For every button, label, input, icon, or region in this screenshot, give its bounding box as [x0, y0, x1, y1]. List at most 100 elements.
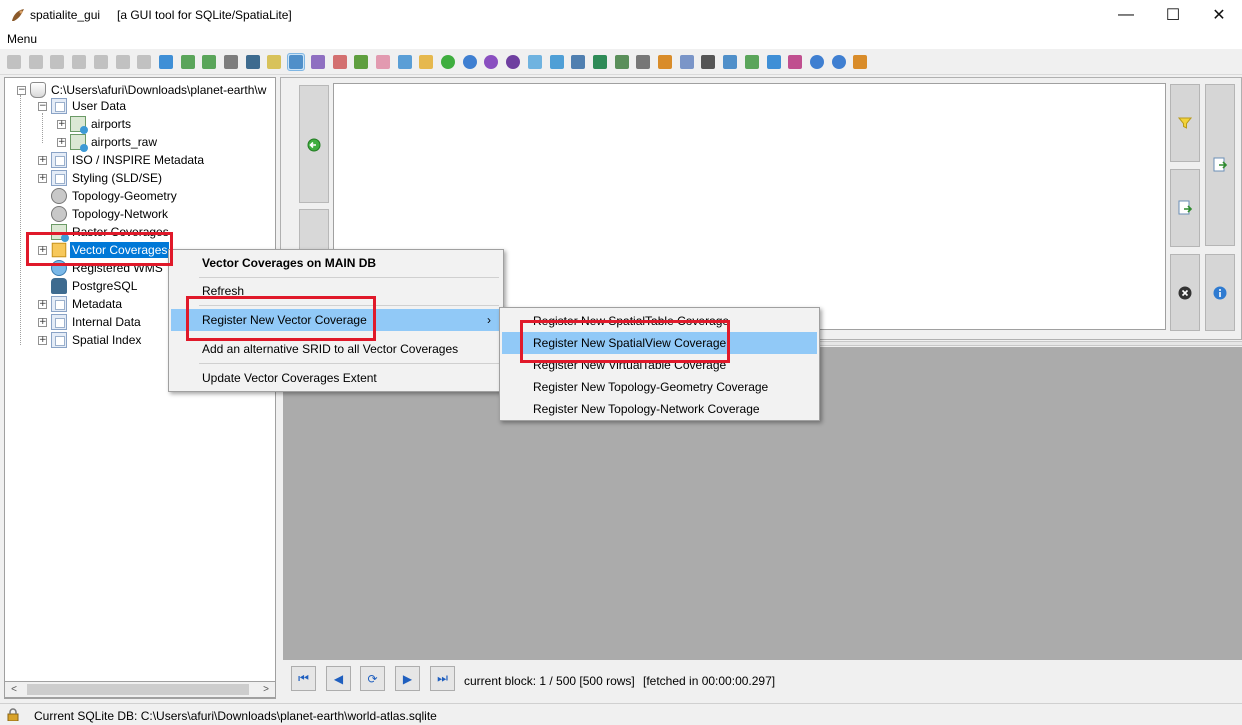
clone-db-button[interactable]: [114, 53, 132, 71]
prev-block-button[interactable]: ◀: [326, 666, 351, 691]
menu-item-register-virtualtable[interactable]: Register New VirtualTable Coverage: [502, 354, 817, 376]
refresh-block-button[interactable]: ⟳: [360, 666, 385, 691]
eraser-button[interactable]: [374, 53, 392, 71]
wifi-button[interactable]: [721, 53, 739, 71]
filter-button[interactable]: [1170, 84, 1200, 162]
globe-dark-button[interactable]: [504, 53, 522, 71]
info-icon: [831, 55, 846, 69]
load-shp-button[interactable]: [179, 53, 197, 71]
clear-button[interactable]: [1170, 254, 1200, 331]
tree-item-topology-network[interactable]: Topology-Network: [51, 205, 170, 223]
collapse-icon[interactable]: −: [17, 85, 26, 95]
tree-item-spatial-index[interactable]: + Spatial Index: [38, 331, 143, 349]
load-sql-button[interactable]: [1170, 169, 1200, 247]
sync-button[interactable]: [743, 53, 761, 71]
excel-button[interactable]: [591, 53, 609, 71]
globe-green-button[interactable]: [439, 53, 457, 71]
tree-item-airports[interactable]: + airports: [57, 115, 133, 134]
info-button[interactable]: [1205, 254, 1235, 331]
vacuum-button[interactable]: [135, 53, 153, 71]
text-button[interactable]: [699, 53, 717, 71]
chart-button[interactable]: [331, 53, 349, 71]
minimize-button[interactable]: —: [1103, 0, 1149, 30]
import-button[interactable]: [417, 53, 435, 71]
srid-button[interactable]: [309, 53, 327, 71]
tree-item-airports-raw[interactable]: + airports_raw: [57, 133, 159, 152]
exit-button[interactable]: [851, 53, 869, 71]
expand-icon[interactable]: +: [38, 317, 47, 327]
expand-icon[interactable]: +: [38, 335, 47, 345]
tree-label: Topology-Network: [72, 207, 169, 221]
first-block-button[interactable]: ⏮: [291, 666, 316, 691]
postgres-button[interactable]: [244, 53, 262, 71]
layout-button[interactable]: [287, 53, 306, 71]
tree-item-internal-data[interactable]: + Internal Data: [38, 313, 143, 331]
tree-item-metadata[interactable]: + Metadata: [38, 295, 124, 313]
collapse-icon[interactable]: −: [38, 101, 47, 111]
palette-button[interactable]: [656, 53, 674, 71]
tree-item-user-data[interactable]: − User Data: [38, 97, 128, 115]
close-button[interactable]: ✕: [1196, 0, 1242, 30]
expand-icon[interactable]: +: [57, 137, 66, 147]
sql-button[interactable]: [157, 53, 175, 71]
help-button[interactable]: [808, 53, 826, 71]
page-export-button[interactable]: [526, 53, 544, 71]
memory-db-button[interactable]: [48, 53, 66, 71]
bug-button[interactable]: [352, 53, 370, 71]
last-block-button[interactable]: ⏭: [430, 666, 455, 691]
expand-icon[interactable]: +: [38, 173, 47, 183]
virtual-shp-button[interactable]: [200, 53, 218, 71]
globe-blue-button[interactable]: [461, 53, 479, 71]
pdf-button[interactable]: [786, 53, 804, 71]
tree-item-topology-geometry[interactable]: Topology-Geometry: [51, 187, 179, 205]
expand-icon[interactable]: +: [57, 119, 66, 129]
image-button[interactable]: [765, 53, 783, 71]
tree-item-raster-coverages[interactable]: Raster Coverages: [51, 223, 171, 242]
expand-icon[interactable]: +: [38, 155, 47, 165]
copy-button[interactable]: [678, 53, 696, 71]
menu-separator: [199, 305, 499, 306]
menu-item-update-extent[interactable]: Update Vector Coverages Extent: [171, 367, 501, 389]
database-icon: [30, 82, 46, 98]
tree-horizontal-scrollbar[interactable]: < >: [4, 681, 276, 698]
eye-button[interactable]: [634, 53, 652, 71]
maximize-button[interactable]: ☐: [1150, 0, 1196, 30]
new-db-button[interactable]: [70, 53, 88, 71]
globe-purple-button[interactable]: [482, 53, 500, 71]
info-button[interactable]: [830, 53, 848, 71]
menu-item-register-spatialtable[interactable]: Register New SpatialTable Coverage: [502, 310, 817, 332]
menu-item-refresh[interactable]: Refresh: [171, 280, 501, 302]
history-back-button[interactable]: [299, 85, 329, 203]
save-db-button[interactable]: [92, 53, 110, 71]
next-block-button[interactable]: ▶: [395, 666, 420, 691]
export-button[interactable]: [396, 53, 414, 71]
tree-guide-line: [42, 113, 43, 143]
menu-item-register-new-vector-coverage[interactable]: Register New Vector Coverage ›: [171, 309, 501, 331]
scrollbar-thumb[interactable]: [27, 684, 249, 695]
back-arrow-icon: [307, 138, 321, 152]
topology-icon: [51, 188, 67, 204]
expand-icon[interactable]: +: [38, 299, 47, 309]
tree-item-vector-coverages[interactable]: + Vector Coverages: [38, 241, 170, 259]
menu-item-register-spatialview[interactable]: Register New SpatialView Coverage: [502, 332, 817, 354]
tree-item-registered-wms[interactable]: Registered WMS: [51, 259, 165, 277]
table-button[interactable]: [569, 53, 587, 71]
tree-item-iso-metadata[interactable]: + ISO / INSPIRE Metadata: [38, 151, 206, 169]
refresh-icon: ⟳: [367, 671, 378, 686]
save-sql-button[interactable]: [1205, 84, 1235, 246]
disconnect-button[interactable]: [27, 53, 45, 71]
calc-button[interactable]: [613, 53, 631, 71]
tree-item-postgresql[interactable]: PostgreSQL: [51, 277, 139, 295]
page-import-button[interactable]: [548, 53, 566, 71]
scroll-right-icon[interactable]: >: [259, 683, 273, 697]
menu-item-menu[interactable]: Menu: [7, 32, 37, 46]
connect-button[interactable]: [5, 53, 23, 71]
menu-item-add-srid[interactable]: Add an alternative SRID to all Vector Co…: [171, 338, 501, 360]
scroll-left-icon[interactable]: <: [7, 683, 21, 697]
menu-item-register-topology-network[interactable]: Register New Topology-Network Coverage: [502, 398, 817, 420]
menu-item-register-topology-geometry[interactable]: Register New Topology-Geometry Coverage: [502, 376, 817, 398]
map-button[interactable]: [265, 53, 283, 71]
network-button[interactable]: [222, 53, 240, 71]
tree-item-styling[interactable]: + Styling (SLD/SE): [38, 169, 164, 187]
expand-icon[interactable]: +: [38, 245, 47, 255]
